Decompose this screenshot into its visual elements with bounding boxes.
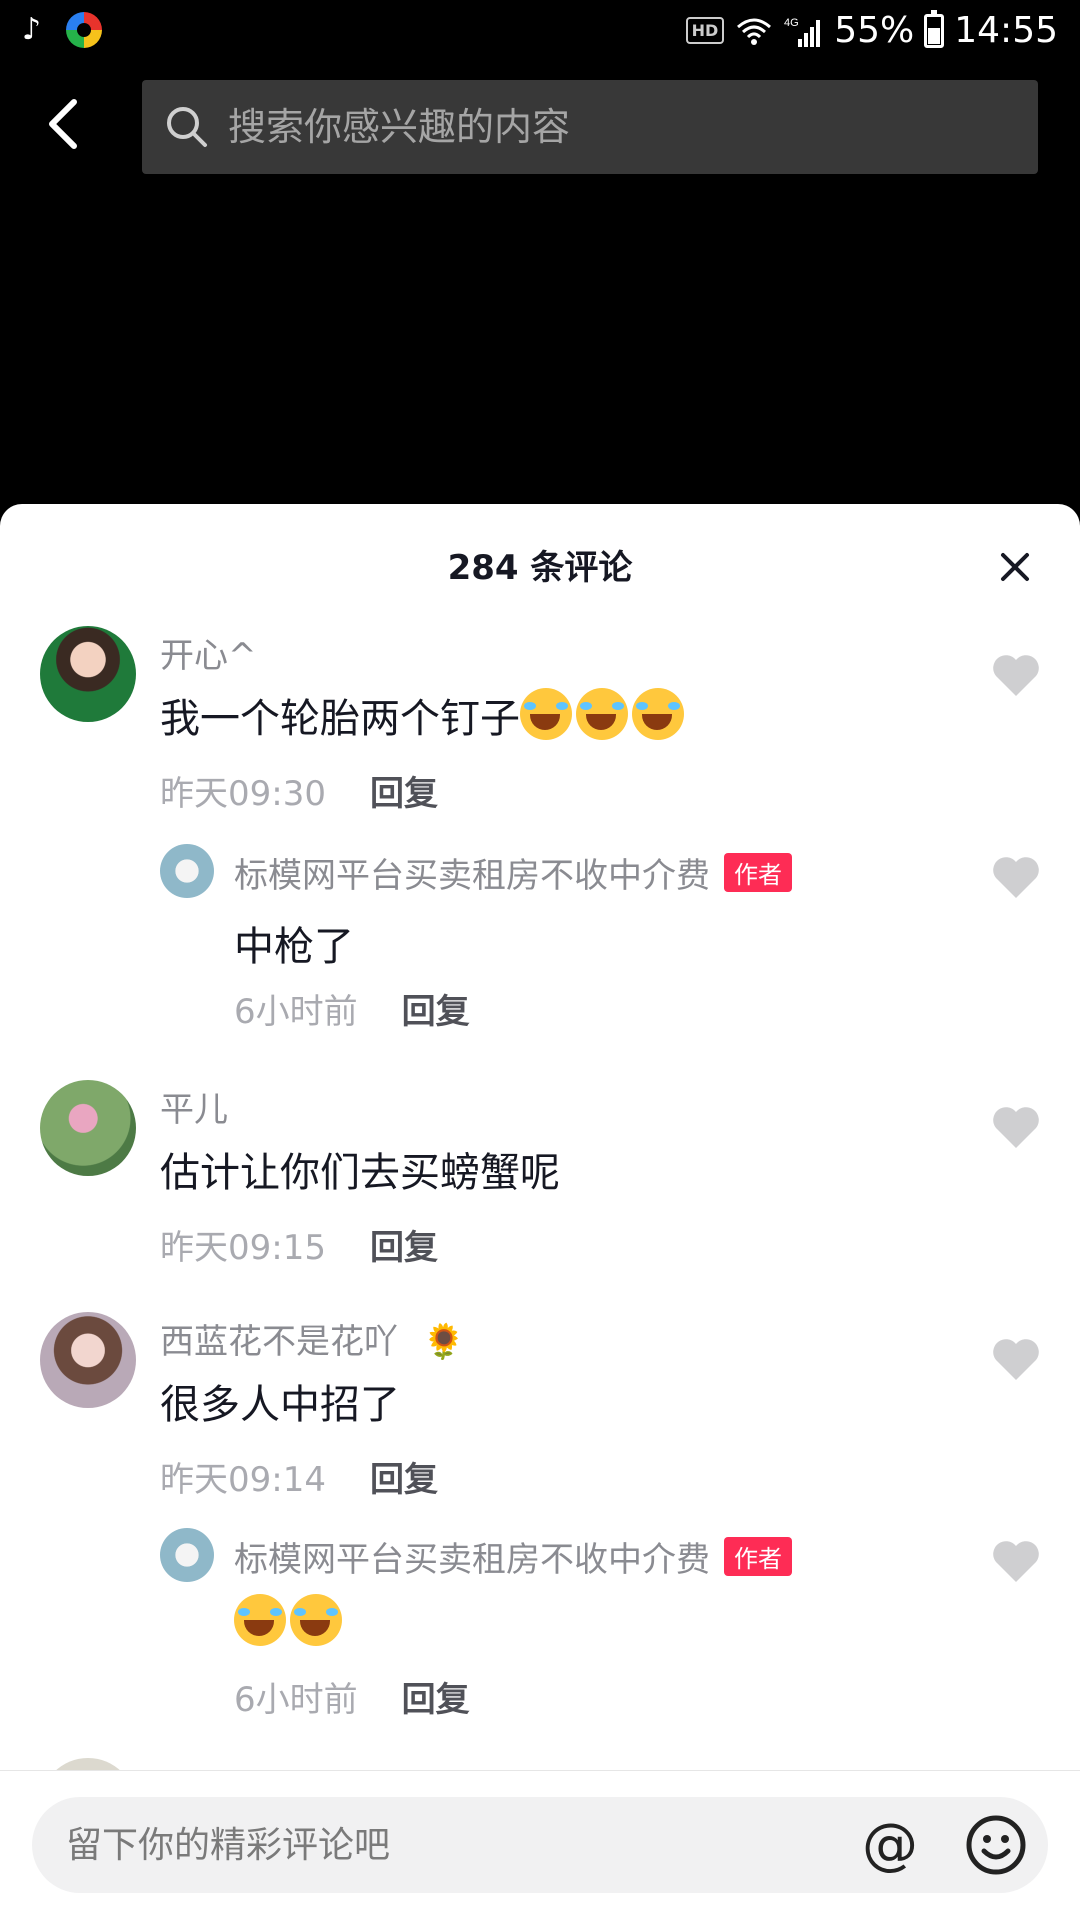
search-icon [167,107,207,147]
search-bar[interactable] [142,80,1038,174]
reply-username-text[interactable]: 标模网平台买卖租房不收中介费 [234,856,710,896]
comment-text: 很多人中招了 [160,1382,400,1428]
reply-meta: 6小时前 回复 [234,1672,470,1721]
emoji-picker-icon[interactable] [964,1813,1028,1877]
reply-button[interactable]: 回复 [370,1460,438,1500]
reply-meta: 6小时前 回复 [234,984,470,1033]
comment-time: 昨天09:30 [160,774,326,814]
battery-icon [924,9,945,48]
comment-text: 估计让你们去买螃蟹呢 [160,1150,560,1196]
comment-text-body: 我一个轮胎两个钉子 [160,696,520,742]
comment-meta: 昨天09:14 回复 [160,1452,438,1501]
reply-username: 标模网平台买卖租房不收中介费 作者 [234,1532,792,1581]
laughing-crying-emoji-icon [520,688,572,740]
author-badge: 作者 [724,1537,792,1576]
avatar[interactable] [40,1312,136,1408]
comment-text: 我一个轮胎两个钉子 [160,686,688,744]
wifi-icon [737,18,772,45]
avatar[interactable] [40,626,136,722]
comment-meta: 昨天09:30 回复 [160,766,438,815]
reply-username: 标模网平台买卖租房不收中介费 作者 [234,848,792,897]
comment-username[interactable]: 开心^ [160,628,257,677]
network-type-label: 4G [784,17,799,29]
comment-time: 昨天09:14 [160,1460,326,1500]
reply-time: 6小时前 [234,1680,358,1720]
close-button[interactable] [998,550,1032,584]
avatar[interactable] [160,844,214,898]
comment-username[interactable]: 平儿 [160,1082,228,1131]
reply-time: 6小时前 [234,992,358,1032]
heart-icon[interactable] [990,1538,1042,1584]
laughing-crying-emoji-icon [234,1594,286,1646]
status-bar: ♪ HD 4G 55% 14:55 [0,0,1080,66]
comment-input-bar: @ [0,1770,1080,1920]
clock: 14:55 [954,10,1058,51]
author-badge: 作者 [724,853,792,892]
battery-percent: 55% [834,10,915,51]
search-input[interactable] [228,105,1008,149]
heart-icon[interactable] [990,1104,1042,1150]
reply-button[interactable]: 回复 [370,774,438,814]
laughing-crying-emoji-icon [632,688,684,740]
comment-username-text[interactable]: 西蓝花不是花吖 [160,1322,398,1362]
tiktok-app-icon: ♪ [22,12,42,47]
heart-icon[interactable] [990,1336,1042,1382]
notification-icons: ♪ [22,12,102,48]
laughing-crying-emoji-icon [576,688,628,740]
avatar[interactable] [160,1528,214,1582]
cellular-signal-icon: 4G [784,17,821,47]
hd-voice-badge: HD [685,17,725,44]
back-button[interactable] [40,92,88,156]
sunflower-emoji-icon: 🌻 [422,1322,466,1362]
comments-sheet: 284 条评论 开心^ 我一个轮胎两个钉子 昨天09:30 回复 标模网平台买卖租… [0,504,1080,1920]
comment-count-title: 284 条评论 [447,548,633,588]
heart-icon[interactable] [990,652,1042,698]
laughing-crying-emoji-icon [290,1594,342,1646]
reply-username-text[interactable]: 标模网平台买卖租房不收中介费 [234,1540,710,1580]
reply-text: 中枪了 [234,924,354,970]
system-indicators: HD 4G 55% 14:55 [685,9,1058,51]
reply-text [234,1594,346,1648]
comment-time: 昨天09:15 [160,1228,326,1268]
reply-button[interactable]: 回复 [402,992,470,1032]
avatar[interactable] [40,1080,136,1176]
mention-at-icon[interactable]: @ [858,1813,922,1877]
comment-meta: 昨天09:15 回复 [160,1220,438,1269]
app-notification-icon [66,12,102,48]
reply-button[interactable]: 回复 [402,1680,470,1720]
comment-username: 西蓝花不是花吖 🌻 [160,1314,465,1363]
heart-icon[interactable] [990,854,1042,900]
reply-button[interactable]: 回复 [370,1228,438,1268]
